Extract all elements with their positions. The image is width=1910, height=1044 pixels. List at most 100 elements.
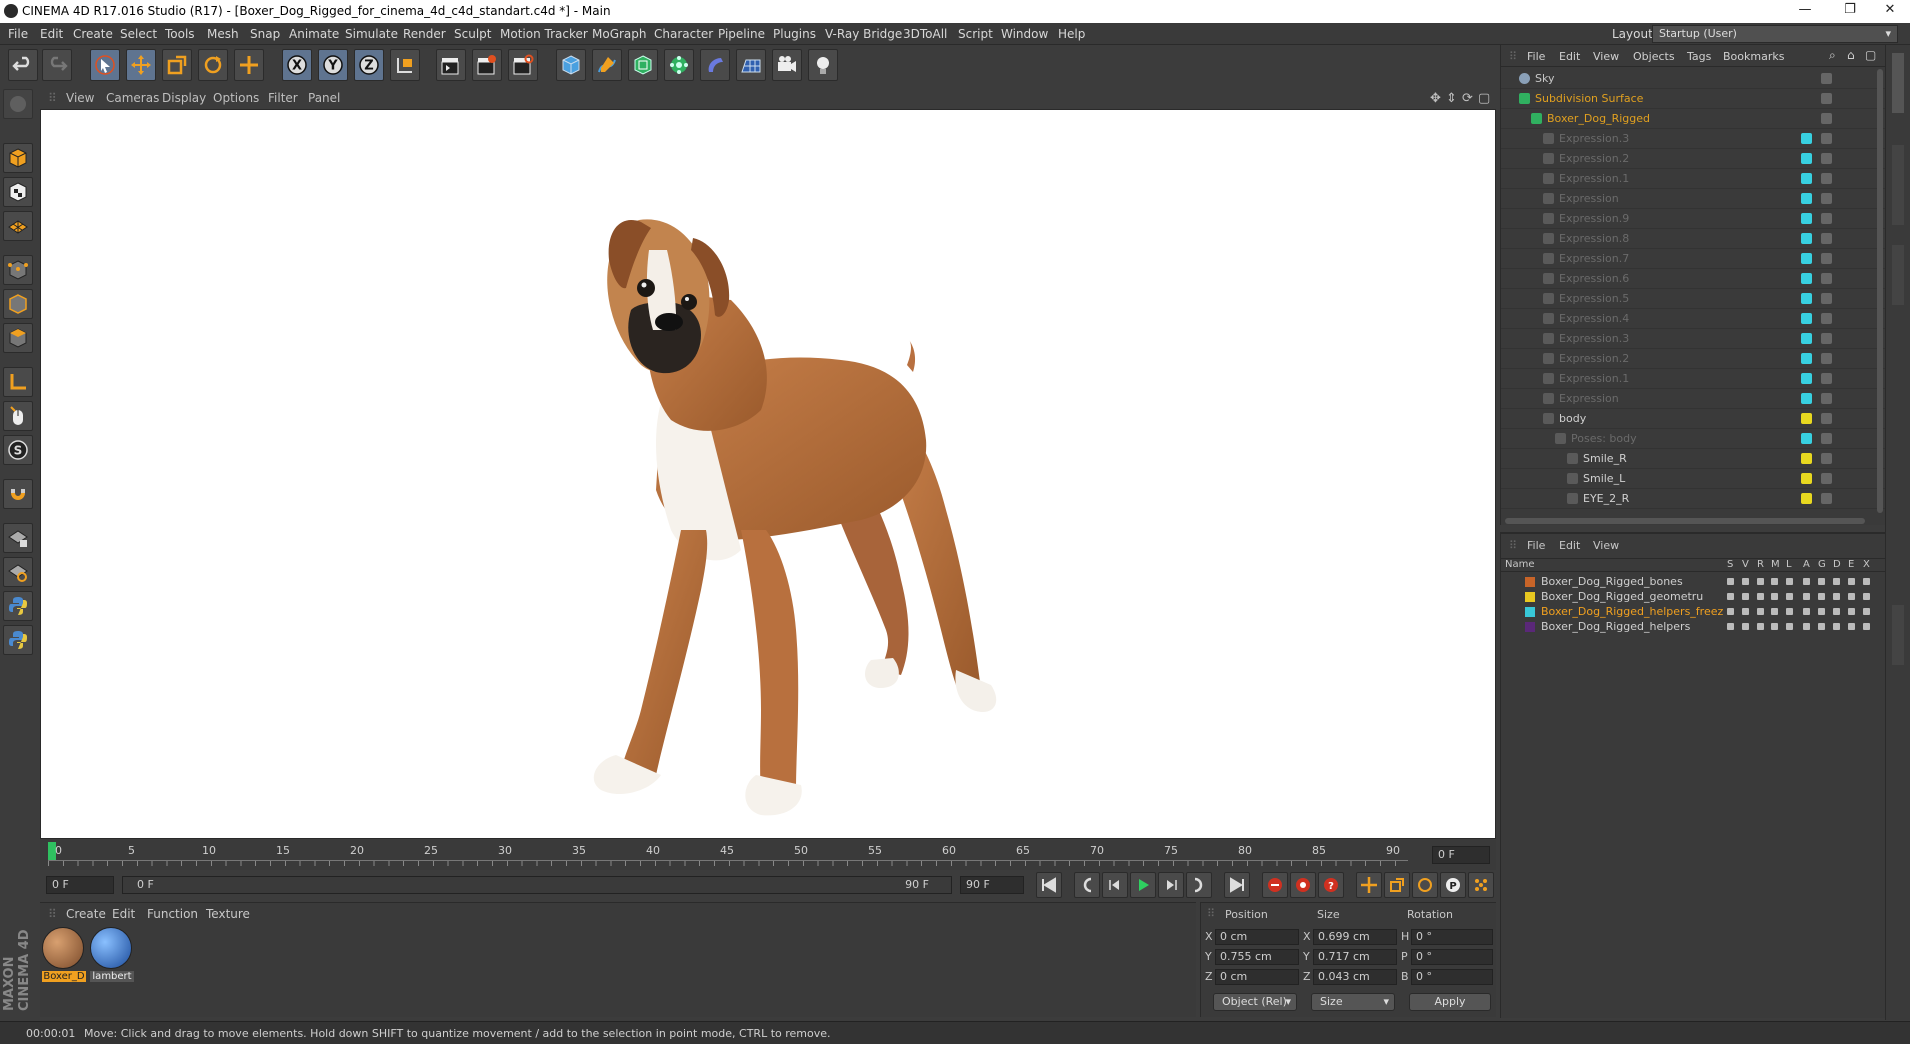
layer-flag-toggle[interactable] bbox=[1727, 623, 1734, 630]
menu-render[interactable]: Render bbox=[403, 27, 446, 41]
layer-flag-toggle[interactable] bbox=[1786, 608, 1793, 615]
keyframe-selection-button[interactable]: ? bbox=[1318, 872, 1344, 898]
layer-flag-toggle[interactable] bbox=[1803, 578, 1810, 585]
layer-flag-toggle[interactable] bbox=[1833, 623, 1840, 630]
layer-flag-toggle[interactable] bbox=[1786, 578, 1793, 585]
redo-button[interactable] bbox=[42, 49, 72, 81]
object-row[interactable]: Expression.8 bbox=[1501, 229, 1886, 249]
apply-button[interactable]: Apply bbox=[1409, 993, 1491, 1011]
visibility-toggle[interactable] bbox=[1821, 473, 1832, 484]
object-tag-icon[interactable] bbox=[1801, 253, 1812, 264]
material-menu-texture[interactable]: Texture bbox=[206, 907, 250, 921]
layer-color-swatch[interactable] bbox=[1525, 622, 1535, 632]
object-tag-icon[interactable] bbox=[1801, 213, 1812, 224]
texture-mode-button[interactable] bbox=[3, 177, 33, 207]
make-editable-button[interactable] bbox=[3, 89, 33, 119]
visibility-toggle[interactable] bbox=[1821, 153, 1832, 164]
viewport-zoom-icon[interactable]: ⇕ bbox=[1446, 91, 1457, 106]
visibility-toggle[interactable] bbox=[1821, 93, 1832, 104]
menu-script[interactable]: Script bbox=[958, 27, 993, 41]
layer-flag-toggle[interactable] bbox=[1757, 593, 1764, 600]
move-tool-button[interactable] bbox=[126, 49, 156, 81]
object-row[interactable]: Expression.1 bbox=[1501, 169, 1886, 189]
layer-flag-toggle[interactable] bbox=[1757, 623, 1764, 630]
layer-flag-toggle[interactable] bbox=[1848, 593, 1855, 600]
points-mode-button[interactable] bbox=[3, 255, 33, 285]
layout-dropdown[interactable]: Startup (User) ▾ bbox=[1652, 25, 1898, 43]
viewport-menu-panel[interactable]: Panel bbox=[308, 91, 340, 105]
workplane-lock-button[interactable] bbox=[3, 523, 33, 553]
menu-sculpt[interactable]: Sculpt bbox=[454, 27, 491, 41]
layer-flag-toggle[interactable] bbox=[1757, 608, 1764, 615]
x-axis-button[interactable]: X bbox=[282, 49, 312, 81]
menu-pipeline[interactable]: Pipeline bbox=[718, 27, 765, 41]
key-pla-button[interactable] bbox=[1468, 872, 1494, 898]
viewport-menu-display[interactable]: Display bbox=[162, 91, 206, 105]
recent-tool-button[interactable] bbox=[234, 49, 264, 81]
layer-flag-toggle[interactable] bbox=[1818, 593, 1825, 600]
add-camera-button[interactable] bbox=[772, 49, 802, 81]
frame-range-slider[interactable]: 0 F 90 F bbox=[122, 876, 952, 894]
layer-flag-toggle[interactable] bbox=[1771, 593, 1778, 600]
3d-viewport[interactable] bbox=[40, 109, 1496, 839]
layer-color-swatch[interactable] bbox=[1525, 592, 1535, 602]
menu-simulate[interactable]: Simulate bbox=[345, 27, 398, 41]
undo-button[interactable] bbox=[8, 49, 38, 81]
visibility-toggle[interactable] bbox=[1821, 73, 1832, 84]
object-tag-icon[interactable] bbox=[1801, 333, 1812, 344]
layer-flag-toggle[interactable] bbox=[1727, 608, 1734, 615]
object-row[interactable]: Expression.5 bbox=[1501, 289, 1886, 309]
object-tag-icon[interactable] bbox=[1801, 153, 1812, 164]
viewport-menu-filter[interactable]: Filter bbox=[268, 91, 298, 105]
next-keyframe-button[interactable] bbox=[1186, 872, 1212, 898]
layer-flag-toggle[interactable] bbox=[1742, 608, 1749, 615]
structure-tab[interactable] bbox=[1892, 245, 1904, 305]
object-tag-icon[interactable] bbox=[1801, 173, 1812, 184]
object-row[interactable]: Expression bbox=[1501, 389, 1886, 409]
go-to-end-button[interactable] bbox=[1224, 872, 1250, 898]
edges-mode-button[interactable] bbox=[3, 289, 33, 319]
material-swatch-lambert[interactable]: lambert bbox=[90, 927, 134, 983]
layers-tab[interactable] bbox=[1892, 605, 1904, 665]
layer-flag-toggle[interactable] bbox=[1803, 593, 1810, 600]
object-tag-icon[interactable] bbox=[1801, 313, 1812, 324]
viewport-pan-icon[interactable]: ✥ bbox=[1430, 91, 1441, 106]
layer-row[interactable]: Boxer_Dog_Rigged_helpers bbox=[1501, 619, 1886, 634]
visibility-toggle[interactable] bbox=[1821, 173, 1832, 184]
add-subdivision-button[interactable] bbox=[628, 49, 658, 81]
add-light-button[interactable] bbox=[808, 49, 838, 81]
layer-flag-toggle[interactable] bbox=[1742, 593, 1749, 600]
size-z-field[interactable]: 0.043 cm bbox=[1313, 969, 1397, 985]
layer-flag-toggle[interactable] bbox=[1742, 578, 1749, 585]
menu-motion-tracker[interactable]: Motion Tracker bbox=[500, 27, 588, 41]
layer-flag-toggle[interactable] bbox=[1786, 593, 1793, 600]
render-settings-button[interactable] bbox=[508, 49, 538, 81]
object-row[interactable]: Subdivision Surface bbox=[1501, 89, 1886, 109]
visibility-toggle[interactable] bbox=[1821, 413, 1832, 424]
python-script-button[interactable] bbox=[3, 591, 33, 621]
lm-menu-view[interactable]: View bbox=[1593, 539, 1619, 552]
new-view-icon[interactable]: ▢ bbox=[1865, 48, 1876, 62]
layer-flag-toggle[interactable] bbox=[1833, 593, 1840, 600]
previous-keyframe-button[interactable] bbox=[1074, 872, 1100, 898]
layer-flag-toggle[interactable] bbox=[1757, 578, 1764, 585]
snap-button[interactable] bbox=[3, 479, 33, 509]
object-row[interactable]: Expression.1 bbox=[1501, 369, 1886, 389]
layer-flag-toggle[interactable] bbox=[1833, 608, 1840, 615]
position-y-field[interactable]: 0.755 cm bbox=[1215, 949, 1299, 965]
object-tag-icon[interactable] bbox=[1801, 273, 1812, 284]
object-row[interactable]: Expression.2 bbox=[1501, 149, 1886, 169]
python-script-2-button[interactable] bbox=[3, 625, 33, 655]
object-row[interactable]: Smile_R bbox=[1501, 449, 1886, 469]
object-tag-icon[interactable] bbox=[1801, 193, 1812, 204]
lm-menu-file[interactable]: File bbox=[1527, 539, 1545, 552]
axis-mode-button[interactable] bbox=[3, 367, 33, 397]
z-axis-button[interactable]: Z bbox=[354, 49, 384, 81]
add-floor-button[interactable] bbox=[736, 49, 766, 81]
object-row[interactable]: Expression.4 bbox=[1501, 309, 1886, 329]
menu-help[interactable]: Help bbox=[1058, 27, 1085, 41]
menu-snap[interactable]: Snap bbox=[250, 27, 280, 41]
menu-create[interactable]: Create bbox=[73, 27, 113, 41]
render-view-button[interactable] bbox=[436, 49, 466, 81]
layer-flag-toggle[interactable] bbox=[1803, 608, 1810, 615]
